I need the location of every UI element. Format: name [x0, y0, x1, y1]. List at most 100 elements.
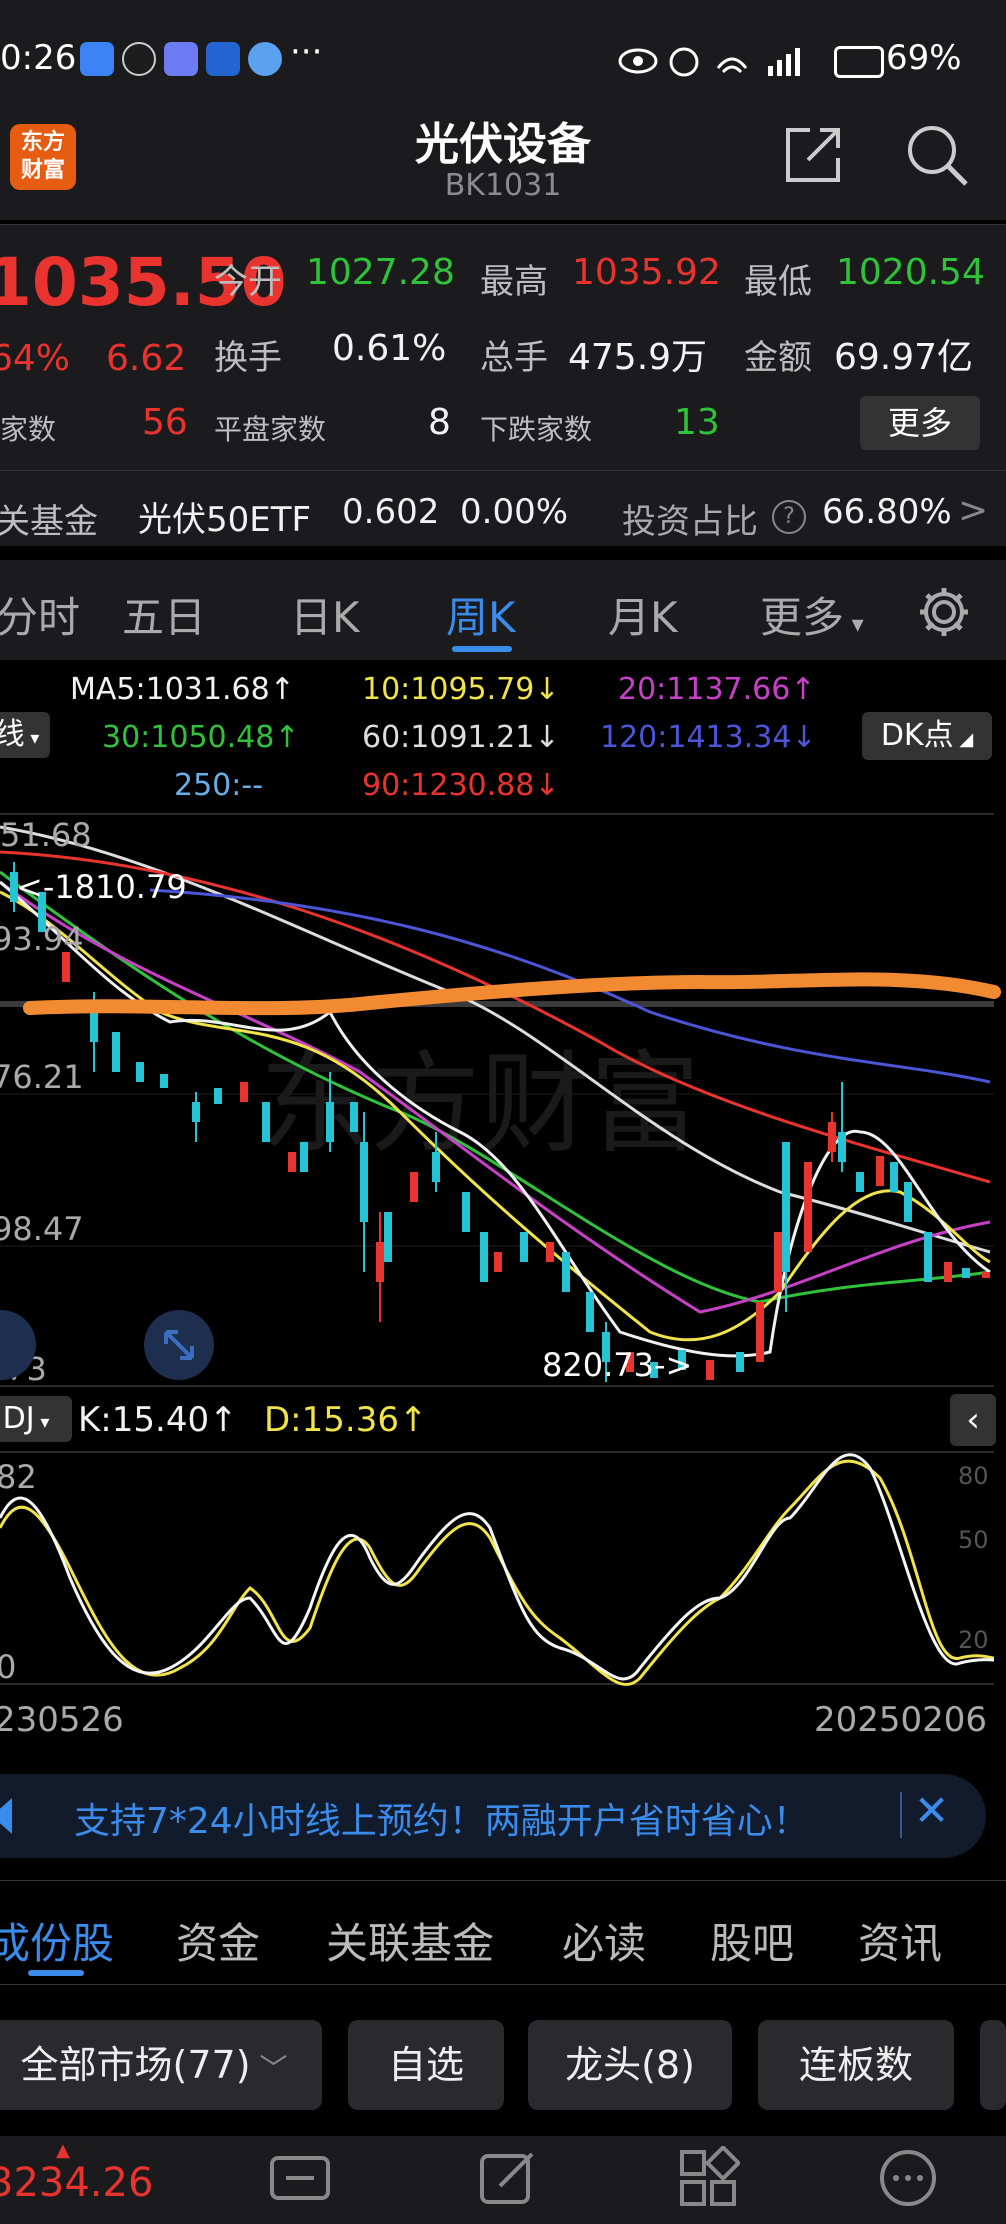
search-icon[interactable] [904, 122, 970, 188]
kdj-top-label: 82 [0, 1458, 37, 1496]
flat-count-label: 平盘家数 [214, 413, 327, 446]
banner-text: 支持7*24小时线上预约！两融开户省时省心！ [74, 1801, 809, 1842]
open-label: 今开 [214, 262, 282, 302]
ma90-value: 90:1230.88↓ [362, 768, 560, 803]
battery-icon [834, 46, 884, 78]
sector-code: BK1031 [444, 168, 562, 203]
date-start: 230526 [0, 1700, 124, 1740]
fund-name[interactable]: 光伏50ETF [138, 492, 311, 541]
leader-filter[interactable]: 龙头(8) [528, 2020, 732, 2110]
invest-ratio: 66.80% [822, 492, 952, 532]
browser-icon [206, 42, 240, 76]
divider [0, 470, 1006, 471]
tab-daily-k[interactable]: 日K [290, 584, 360, 645]
down-count: 13 [674, 402, 720, 443]
settings-gear-icon[interactable] [916, 584, 972, 640]
change-percent: 64% [0, 338, 71, 379]
line-type-select[interactable]: 线 ▾ [0, 712, 50, 758]
more-button[interactable]: 更多 [860, 396, 980, 450]
active-tab-indicator [28, 1970, 84, 1976]
tab-must-read[interactable]: 必读 [562, 1910, 646, 1971]
ma250-value: 250:-- [174, 768, 264, 803]
more-menu-icon[interactable] [876, 2146, 940, 2210]
chevron-right-icon[interactable]: > [958, 490, 988, 531]
kdj-scale-50: 50 [958, 1526, 989, 1554]
indicator-select[interactable]: DJ ▾ [0, 1396, 72, 1442]
tab-more[interactable]: 更多 ▾ [760, 584, 864, 645]
tab-five-day[interactable]: 五日 [122, 584, 206, 645]
comment-icon[interactable] [266, 2148, 336, 2210]
watchlist-filter[interactable]: 自选 [348, 2020, 504, 2110]
tab-news[interactable]: 资讯 [858, 1910, 942, 1971]
up-count-label: 涨家数 [0, 413, 57, 446]
divider [0, 1984, 1006, 1985]
amount-value: 69.97亿 [834, 337, 974, 378]
up-count: 56 [142, 402, 188, 443]
kdj-scale-80: 80 [958, 1462, 989, 1490]
active-tab-indicator [452, 646, 512, 652]
low-value: 1020.54 [836, 252, 985, 293]
market-filter-select[interactable]: 全部市场(77) ﹀ [0, 2020, 322, 2110]
help-icon[interactable]: ? [772, 500, 806, 534]
grid-apps-icon[interactable] [676, 2146, 740, 2210]
ma60-value: 60:1091.21↓ [362, 720, 560, 755]
page-title: 光伏设备 [415, 119, 591, 170]
date-end: 20250206 [814, 1700, 988, 1740]
index-up-arrow-icon: ▲ [56, 2140, 70, 2161]
caret-down-icon: ▾ [844, 610, 864, 638]
tab-forum[interactable]: 股吧 [710, 1910, 794, 1971]
divider [0, 224, 1006, 225]
edit-icon[interactable] [476, 2146, 540, 2210]
more-notifications-icon: ··· [290, 32, 323, 72]
tab-funds-flow[interactable]: 资金 [176, 1910, 260, 1971]
volume-label: 总手 [480, 338, 548, 378]
low-marker: 820.73-> [542, 1346, 692, 1384]
related-fund-label: 关基金 [0, 502, 98, 542]
ma20-value: 20:1137.66↑ [618, 672, 816, 707]
close-icon[interactable]: ✕ [914, 1786, 949, 1835]
wechat-icon [122, 42, 156, 76]
battery-level: 69% [886, 38, 962, 78]
d-line [0, 1459, 994, 1686]
high-label: 最高 [480, 262, 548, 302]
music-icon [164, 42, 198, 76]
flat-count: 8 [428, 402, 451, 443]
consecutive-board-filter[interactable]: 连板数 [758, 2020, 954, 2110]
tab-weekly-k[interactable]: 周K [446, 584, 516, 645]
expand-icon[interactable] [144, 1310, 214, 1380]
share-icon[interactable] [782, 124, 844, 186]
status-time: 0:26 [0, 38, 77, 78]
ma120-value: 120:1413.34↓ [600, 720, 817, 755]
fund-change: 0.00% [460, 492, 569, 532]
app-icon [248, 42, 282, 76]
ma30-value: 30:1050.48↑ [102, 720, 300, 755]
divider [0, 1880, 1006, 1881]
app-notification-icon [80, 42, 114, 76]
low-label: 最低 [744, 262, 812, 302]
index-value[interactable]: 3234.26 [0, 2160, 153, 2206]
tab-monthly-k[interactable]: 月K [608, 584, 678, 645]
ma5-value: MA5:1031.68↑ [70, 672, 295, 707]
high-marker: <-1810.79 [16, 868, 187, 906]
amount-label: 金额 [744, 338, 812, 378]
tab-more-label: 更多 [760, 593, 845, 642]
tab-intraday[interactable]: 分时 [0, 584, 80, 645]
change-value: 6.62 [106, 338, 187, 379]
price-label-2: 93.94 [0, 920, 84, 958]
more-filter[interactable] [980, 2020, 1006, 2110]
open-value: 1027.28 [306, 252, 455, 293]
divider [900, 1792, 902, 1838]
tab-related-funds[interactable]: 关联基金 [326, 1910, 494, 1971]
fund-price: 0.602 [342, 492, 440, 532]
dk-point-button[interactable]: DK点 ◢ [862, 712, 992, 760]
turnover-label: 换手 [214, 338, 282, 378]
collapse-chevron-icon[interactable]: ‹ [950, 1394, 996, 1446]
kdj-chart[interactable]: 82 0 80 50 20 [0, 1448, 994, 1688]
ma10-value: 10:1095.79↓ [362, 672, 560, 707]
invest-ratio-label: 投资占比 [622, 502, 758, 542]
price-label-1: 51.68 [0, 816, 92, 854]
tab-constituents[interactable]: 成份股 [0, 1910, 114, 1971]
high-value: 1035.92 [572, 252, 721, 293]
kdj-bottom-label: 0 [0, 1648, 16, 1686]
kline-chart[interactable]: 东方财富 51.68 <-1810.79 93.94 76.21 98.47 8… [0, 812, 1006, 1392]
